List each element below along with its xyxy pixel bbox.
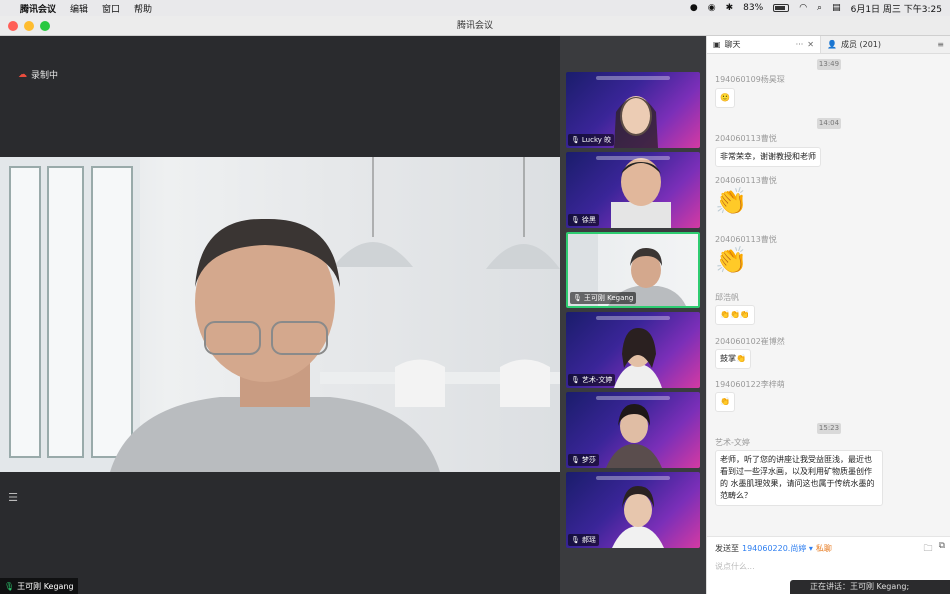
- folder-icon[interactable]: 🗀: [924, 541, 933, 557]
- window-title: 腾讯会议: [456, 21, 493, 31]
- mic-icon: 🎙: [573, 294, 582, 302]
- minimize-window-button[interactable]: [24, 21, 34, 31]
- search-icon[interactable]: ⌕: [817, 3, 822, 13]
- mic-icon: 🎙: [571, 136, 580, 144]
- timestamp: 15:23: [817, 423, 841, 434]
- message-bubble: 鼓掌👏: [715, 349, 751, 369]
- close-window-button[interactable]: [8, 21, 18, 31]
- zoom-window-button[interactable]: [40, 21, 50, 31]
- wifi-icon[interactable]: ◠: [799, 3, 807, 13]
- mic-icon: 🎙: [571, 456, 580, 464]
- send-to-target[interactable]: 194060220.尚婷 ▾: [742, 543, 813, 554]
- message-bubble: 👏👏👏: [715, 305, 755, 325]
- menu-help[interactable]: 帮助: [134, 2, 152, 15]
- chat-messages[interactable]: 13:49 194060109杨昊琛 🙂 14:04 204060113曹悦 非…: [707, 56, 950, 536]
- menu-app[interactable]: 腾讯会议: [20, 2, 56, 15]
- screenshot-icon[interactable]: ⧉: [939, 541, 945, 557]
- chat-icon: ▣: [713, 40, 721, 49]
- thumbnail-label: 🎙 Lucky 皎: [568, 134, 615, 146]
- battery-icon[interactable]: [773, 4, 790, 12]
- participant-name: 徐黑: [581, 216, 596, 224]
- message-sender: 艺术-文婷: [715, 438, 750, 447]
- more-icon[interactable]: ···: [796, 40, 804, 49]
- speaker-video-scene: [0, 157, 560, 472]
- message-bubble: 老师，听了您的讲座让我受益匪浅，最近也看到过一些浮水画，以及利用矿物质墨创作的 …: [715, 450, 883, 506]
- message-bubble: 👏: [715, 187, 748, 217]
- message-sender: 邱浩帆: [715, 293, 739, 302]
- tab-chat[interactable]: ▣ 聊天 ··· ✕: [707, 36, 821, 53]
- close-icon[interactable]: ✕: [807, 40, 814, 49]
- message-sender: 194060109杨昊琛: [715, 75, 785, 84]
- mic-icon: 🎙: [571, 536, 580, 544]
- message-sender: 194060122李梓萌: [715, 380, 785, 389]
- thumbnail-label: 🎙 梦莎: [568, 454, 599, 466]
- recording-indicator[interactable]: ☁ 录制中: [18, 68, 59, 82]
- message-bubble: 👏: [715, 246, 748, 276]
- message-bubble: 🙂: [715, 88, 735, 108]
- message-bubble: 非常荣幸，谢谢教授和老师: [715, 147, 821, 167]
- participant-thumbnail[interactable]: 🎙 徐黑: [566, 152, 700, 228]
- chat-tabs: ▣ 聊天 ··· ✕ 👤 成员 (201) ≡: [707, 36, 950, 54]
- banner-decoration: [596, 76, 670, 80]
- mic-icon: 🎙: [571, 376, 580, 384]
- mac-menubar: 腾讯会议 编辑 窗口 帮助 ● ◉ ✱ 83% ◠ ⌕ ▤ 6月1日 周三 下午…: [0, 0, 950, 16]
- menu-icon[interactable]: ≡: [937, 40, 944, 49]
- message-bubble: 👏: [715, 392, 735, 412]
- participant-thumbnail[interactable]: 🎙 Lucky 皎: [566, 72, 700, 148]
- datetime[interactable]: 6月1日 周三 下午3:25: [851, 2, 942, 15]
- bluetooth-icon[interactable]: ✱: [726, 3, 734, 13]
- send-to-label: 发送至: [715, 544, 739, 553]
- recording-label: 录制中: [31, 71, 59, 81]
- status-icon[interactable]: ◉: [708, 3, 716, 13]
- banner-decoration: [596, 156, 670, 160]
- participant-thumbnail[interactable]: 🎙 郝瑶: [566, 472, 700, 548]
- private-chat-label[interactable]: 私聊: [816, 543, 832, 554]
- banner-decoration: [596, 316, 670, 320]
- speaker-video[interactable]: [0, 157, 560, 472]
- menu-window[interactable]: 窗口: [102, 2, 120, 15]
- chat-input[interactable]: 说点什么...: [715, 561, 755, 572]
- participant-thumbnails: 🎙 Lucky 皎 🎙 徐黑 🎙 王可刚 Kegang 🎙 艺术-文婷 🎙 梦莎 🎙 郝瑶: [560, 36, 706, 594]
- list-icon[interactable]: ☰: [5, 491, 21, 507]
- participant-name: Lucky 皎: [581, 136, 612, 144]
- thumbnail-label: 🎙 艺术-文婷: [568, 374, 616, 386]
- participant-name: 郝瑶: [581, 536, 596, 544]
- wechat-icon[interactable]: ●: [690, 3, 698, 13]
- thumbnail-label: 🎙 徐黑: [568, 214, 599, 226]
- speaker-name: 王可刚 Kegang: [17, 581, 74, 591]
- chat-panel: ▣ 聊天 ··· ✕ 👤 成员 (201) ≡ 13:49 194060109杨…: [706, 36, 950, 594]
- speaking-toast: 正在讲话：王可刚 Kegang;: [790, 580, 950, 594]
- speaker-name-tag: 🎙 王可刚 Kegang: [0, 578, 78, 594]
- message-sender: 204060113曹悦: [715, 235, 777, 244]
- timestamp: 14:04: [817, 118, 841, 129]
- main-stage: ☁ 录制中 ☰ 🎙 王可刚 Kegang: [0, 36, 560, 594]
- banner-decoration: [596, 396, 670, 400]
- message-sender: 204060102崔博然: [715, 337, 785, 346]
- control-center-icon[interactable]: ▤: [832, 3, 841, 13]
- thumbnail-label: 🎙 王可刚 Kegang: [570, 292, 637, 304]
- participant-thumbnail[interactable]: 🎙 梦莎: [566, 392, 700, 468]
- tab-chat-label: 聊天: [724, 40, 741, 49]
- tab-members[interactable]: 👤 成员 (201) ≡: [821, 36, 950, 53]
- mic-icon: 🎙: [4, 581, 15, 591]
- thumbnail-label: 🎙 郝瑶: [568, 534, 599, 546]
- participant-name: 王可刚 Kegang: [583, 294, 634, 302]
- window-titlebar: 腾讯会议: [0, 16, 950, 36]
- mic-icon: 🎙: [571, 216, 580, 224]
- participant-name: 艺术-文婷: [581, 376, 613, 384]
- participant-name: 梦莎: [581, 456, 596, 464]
- timestamp: 13:49: [817, 59, 841, 70]
- battery-percent: 83%: [743, 3, 764, 13]
- participant-thumbnail[interactable]: 🎙 艺术-文婷: [566, 312, 700, 388]
- cloud-record-icon: ☁: [18, 69, 27, 80]
- members-icon: 👤: [827, 40, 837, 49]
- banner-decoration: [596, 476, 670, 480]
- send-to-selector[interactable]: 发送至 194060220.尚婷 ▾ 私聊: [715, 543, 832, 554]
- participant-thumbnail-active[interactable]: 🎙 王可刚 Kegang: [566, 232, 700, 308]
- tab-members-label: 成员 (201): [840, 40, 882, 49]
- message-sender: 204060113曹悦: [715, 134, 777, 143]
- message-sender: 204060113曹悦: [715, 176, 777, 185]
- menu-edit[interactable]: 编辑: [70, 2, 88, 15]
